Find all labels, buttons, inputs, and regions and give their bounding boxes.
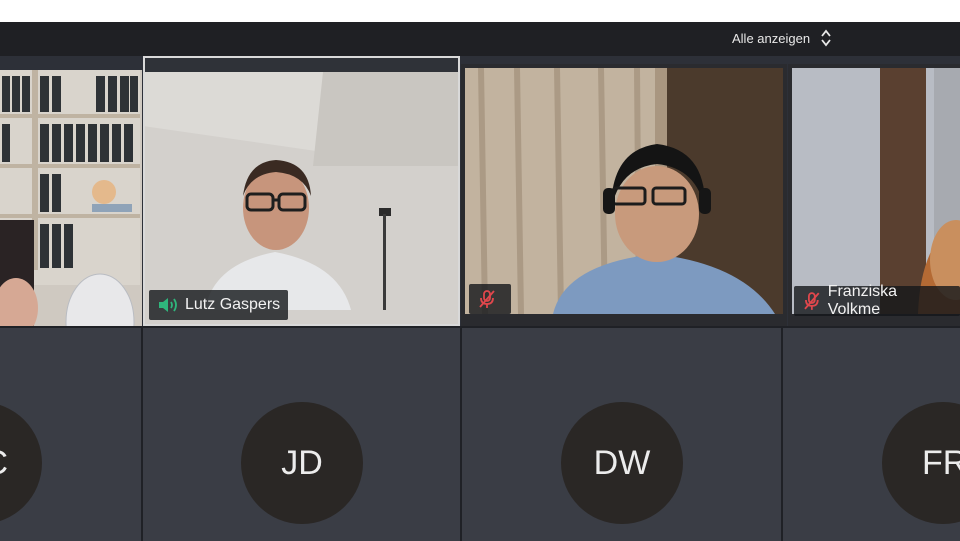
avatar-initials: DW (593, 443, 651, 482)
show-all-button[interactable]: Alle anzeigen (732, 28, 832, 48)
avatar-initials: JD (281, 443, 323, 482)
participant-avatar: JD (241, 402, 363, 524)
microphone-muted-icon (479, 290, 495, 308)
avatar-initials: C (0, 444, 8, 483)
video-tile-franziska-volkme[interactable]: Franziska Volkme (788, 64, 960, 326)
participant-avatar: C (0, 402, 42, 524)
participant-nametag: Franziska Volkme (794, 283, 960, 318)
speaker-active-icon (159, 298, 177, 312)
avatar-tile[interactable]: FR (783, 328, 960, 541)
participant-name: Lutz Gaspers (185, 296, 281, 313)
avatar-tile[interactable]: JD (143, 328, 460, 541)
participant-grid: Lutz Gaspers Franziska Volkme JD DW FR (0, 56, 960, 541)
top-margin (0, 0, 960, 22)
chevron-up-down-icon (821, 29, 831, 47)
avatar-tile[interactable]: C (0, 328, 141, 541)
video-tile-participant[interactable] (461, 64, 787, 326)
participant-avatar: FR (882, 402, 960, 524)
participant-nametag (469, 284, 511, 314)
microphone-muted-icon (804, 292, 820, 310)
show-all-label: Alle anzeigen (732, 30, 811, 46)
office-video-feed (0, 70, 142, 326)
participant-avatar: DW (561, 402, 683, 524)
video-tile-lutz-gaspers[interactable]: Lutz Gaspers (143, 56, 460, 326)
video-tile-bookshelf[interactable] (0, 70, 142, 326)
avatar-tile[interactable]: DW (462, 328, 781, 541)
avatar-initials: FR (922, 443, 960, 482)
active-speaker-border (143, 56, 460, 326)
participant-nametag: Lutz Gaspers (149, 290, 289, 320)
participant-name: Franziska Volkme (827, 283, 898, 318)
